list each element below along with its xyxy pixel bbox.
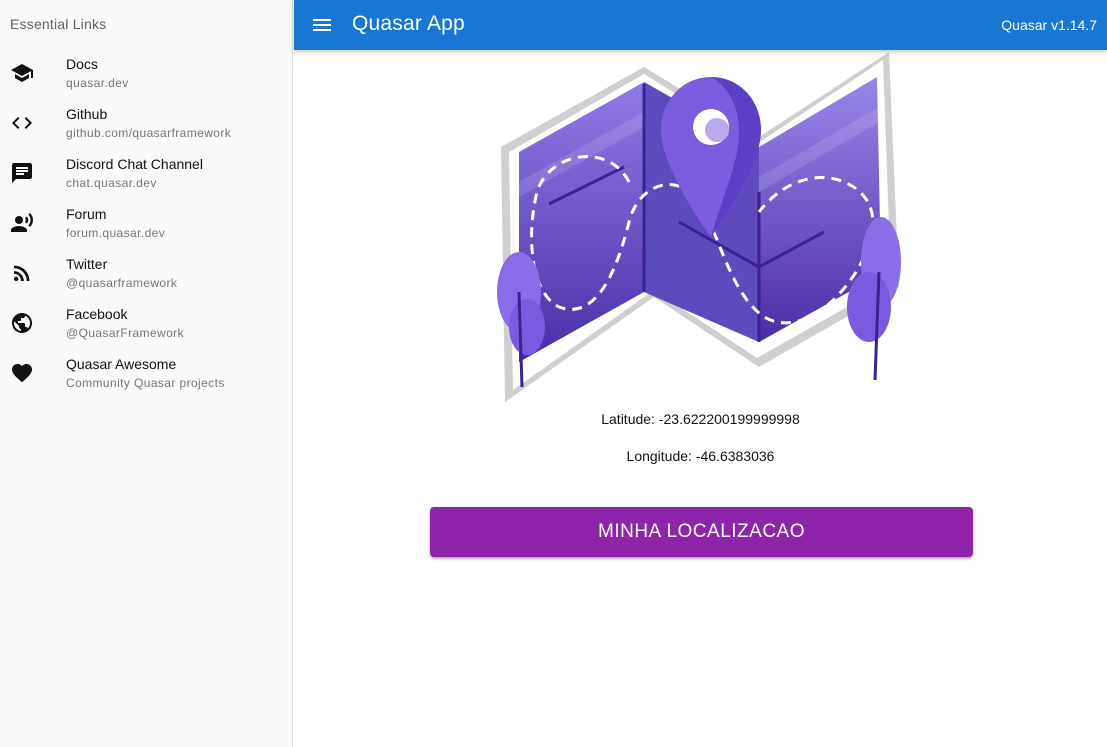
drawer-header: Essential Links xyxy=(10,16,107,32)
link-item-github[interactable]: Github github.com/quasarframework xyxy=(0,98,293,148)
school-icon xyxy=(10,61,34,85)
link-caption: chat.quasar.dev xyxy=(66,176,157,190)
essential-links-list: Docs quasar.dev Github github.com/quasar… xyxy=(0,48,293,398)
link-title: Quasar Awesome xyxy=(66,356,177,372)
my-location-button[interactable]: MINHA LOCALIZACAO xyxy=(430,507,973,557)
latitude-text: Latitude: -23.622200199999998 xyxy=(601,411,800,427)
link-item-discord[interactable]: Discord Chat Channel chat.quasar.dev xyxy=(0,148,293,198)
link-title: Docs xyxy=(66,56,98,72)
code-icon xyxy=(10,111,34,135)
link-item-forum[interactable]: Forum forum.quasar.dev xyxy=(0,198,293,248)
record-voice-icon xyxy=(10,211,34,235)
favorite-icon xyxy=(10,361,34,385)
menu-icon[interactable] xyxy=(310,13,334,37)
chat-icon xyxy=(10,161,34,185)
public-icon xyxy=(10,311,34,335)
link-caption: forum.quasar.dev xyxy=(66,226,166,240)
link-caption: quasar.dev xyxy=(66,76,129,90)
link-item-facebook[interactable]: Facebook @QuasarFramework xyxy=(0,298,293,348)
link-caption: @quasarframework xyxy=(66,276,178,290)
link-caption: Community Quasar projects xyxy=(66,376,225,390)
link-caption: github.com/quasarframework xyxy=(66,126,232,140)
map-illustration xyxy=(497,52,901,402)
link-title: Discord Chat Channel xyxy=(66,156,203,172)
link-title: Github xyxy=(66,106,108,122)
app-title: Quasar App xyxy=(352,12,465,35)
longitude-text: Longitude: -46.6383036 xyxy=(626,448,775,464)
link-title: Twitter xyxy=(66,256,108,272)
link-title: Forum xyxy=(66,206,107,222)
rss-feed-icon xyxy=(10,261,34,285)
link-caption: @QuasarFramework xyxy=(66,326,184,340)
link-item-twitter[interactable]: Twitter @quasarframework xyxy=(0,248,293,298)
link-title: Facebook xyxy=(66,306,128,322)
version-label: Quasar v1.14.7 xyxy=(1001,17,1097,33)
app-header: Quasar App Quasar v1.14.7 xyxy=(294,0,1107,50)
link-item-quasar-awesome[interactable]: Quasar Awesome Community Quasar projects xyxy=(0,348,293,398)
page-content: Latitude: -23.622200199999998 Longitude:… xyxy=(294,50,1107,747)
left-drawer: Essential Links Docs quasar.dev Github g… xyxy=(0,0,293,747)
link-item-docs[interactable]: Docs quasar.dev xyxy=(0,48,293,98)
